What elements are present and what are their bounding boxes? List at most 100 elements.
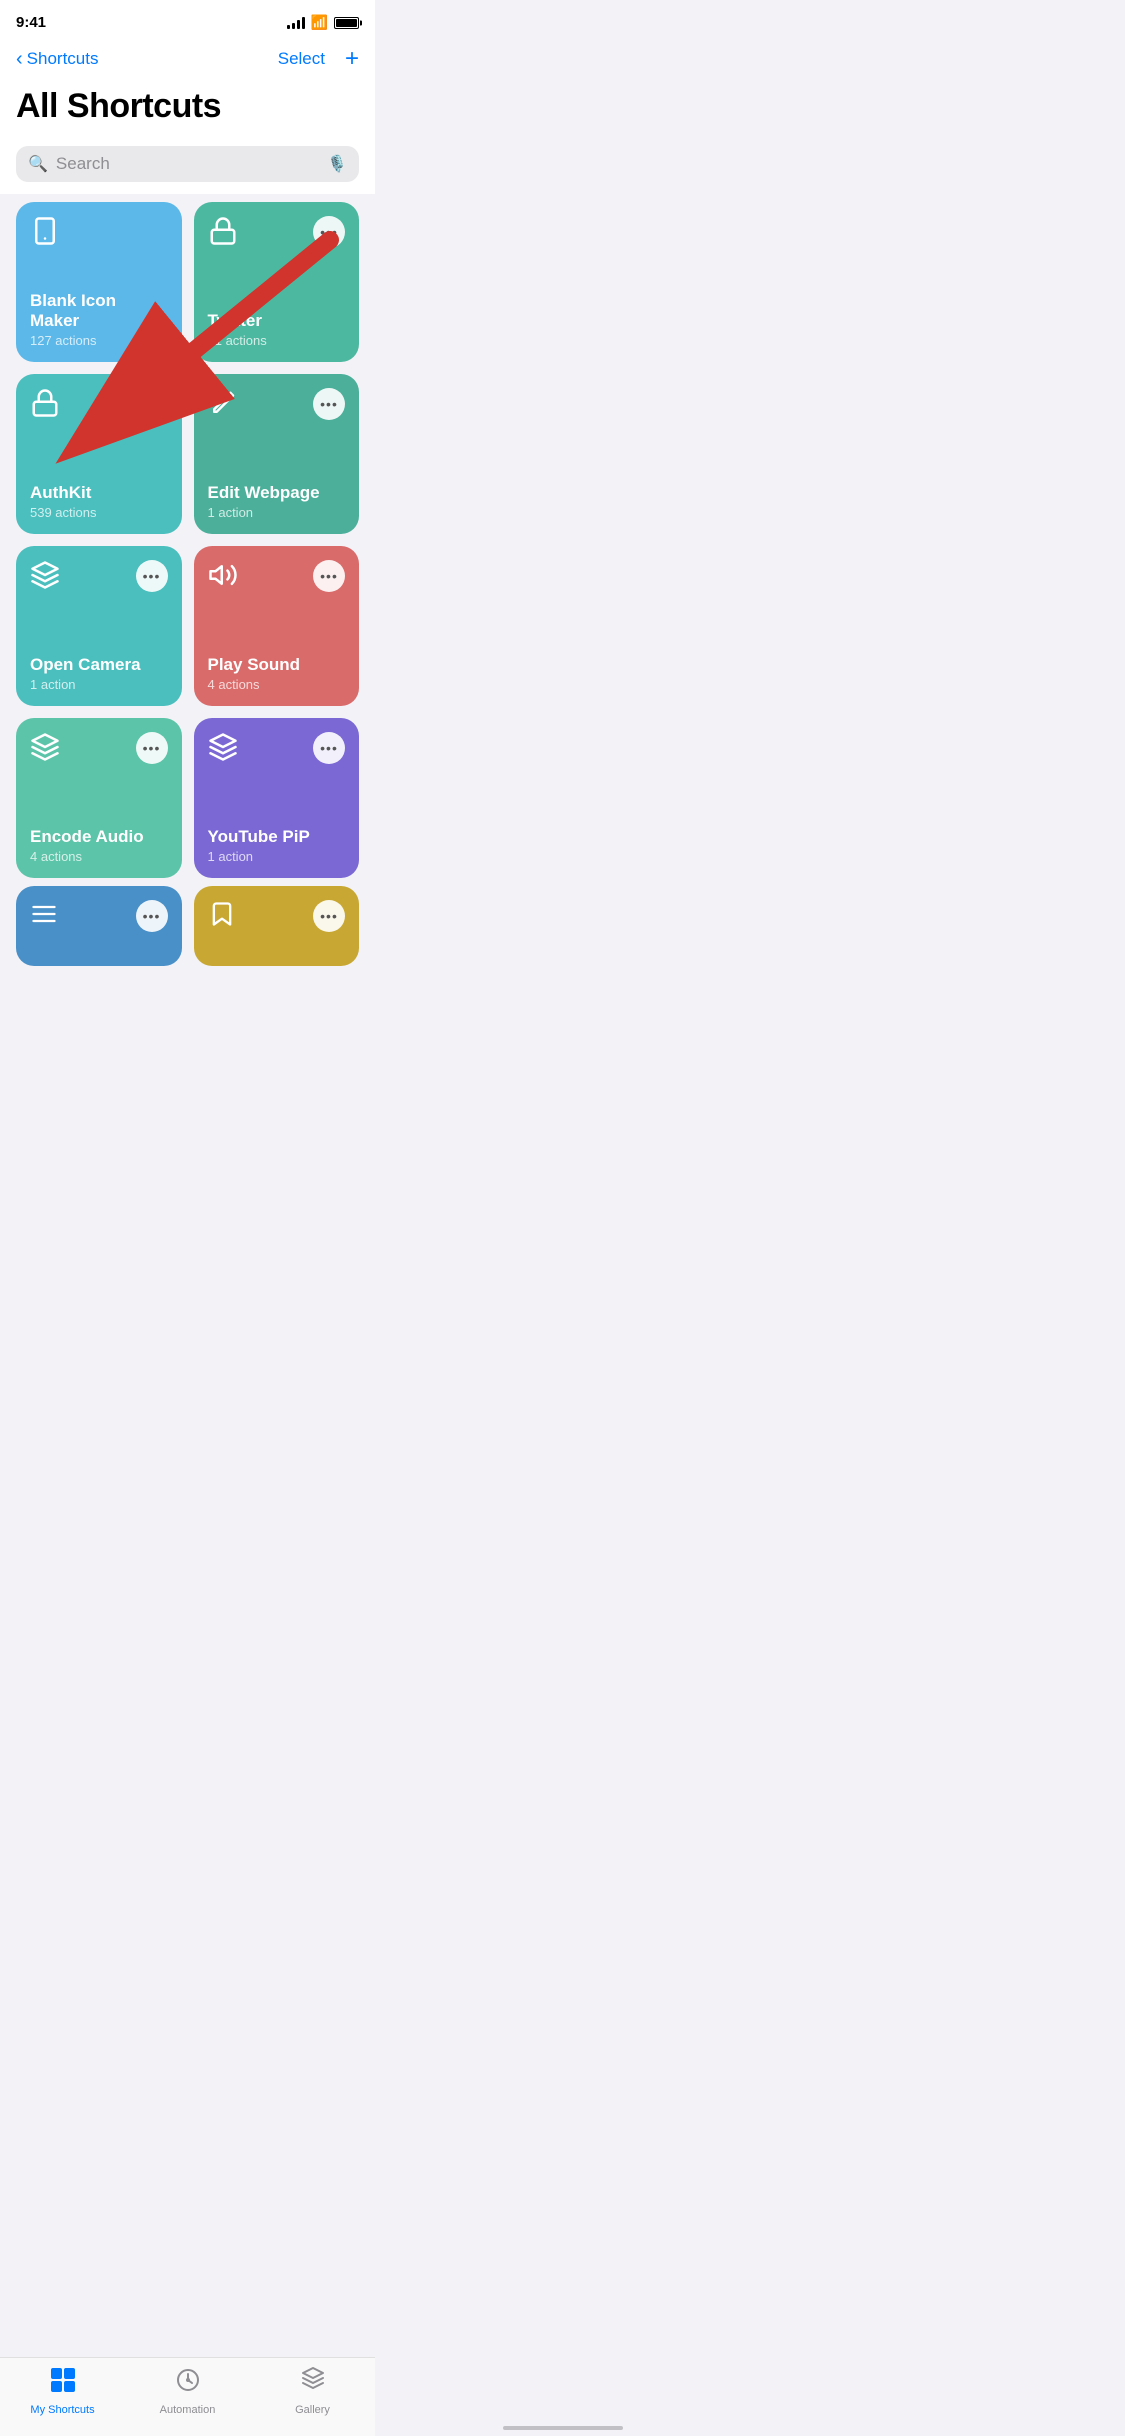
shortcut-card-open-camera[interactable]: ••• Open Camera 1 action <box>16 546 182 706</box>
card-top: ••• <box>30 388 168 423</box>
shortcut-card-edit-webpage[interactable]: ••• Edit Webpage 1 action <box>194 374 360 534</box>
home-indicator <box>503 2426 623 2430</box>
card-bottom: AuthKit 539 actions <box>30 483 168 520</box>
card-actions: 1 action <box>208 505 346 520</box>
card-actions: 4 actions <box>30 849 168 864</box>
back-label: Shortcuts <box>27 49 99 69</box>
wifi-icon: 📶 <box>311 14 328 31</box>
more-button-youtube-pip[interactable]: ••• <box>313 732 345 764</box>
layers-icon <box>208 732 238 767</box>
search-input[interactable]: Search <box>56 154 319 174</box>
shortcut-card-encode-audio[interactable]: ••• Encode Audio 4 actions <box>16 718 182 878</box>
more-dots-icon: ••• <box>143 741 161 755</box>
tab-my-shortcuts-label: My Shortcuts <box>30 2404 94 2416</box>
search-bar[interactable]: 🔍 Search 🎙️ <box>16 146 359 182</box>
more-button-authkit[interactable]: ••• <box>136 388 168 420</box>
more-button-encode-audio[interactable]: ••• <box>136 732 168 764</box>
shortcut-card-authkit[interactable]: ••• AuthKit 539 actions <box>16 374 182 534</box>
card-name: Blank Icon Maker <box>30 291 168 331</box>
card-name: Encode Audio <box>30 827 168 847</box>
card-actions: 91 actions <box>208 333 346 348</box>
card-actions: 1 action <box>30 677 168 692</box>
layers-icon <box>30 560 60 595</box>
card-actions: 4 actions <box>208 677 346 692</box>
nav-bar: ‹ Shortcuts Select + <box>0 39 375 79</box>
more-dots-icon: ••• <box>143 569 161 583</box>
automation-icon <box>174 2366 202 2401</box>
back-button[interactable]: ‹ Shortcuts <box>16 48 98 71</box>
search-icon: 🔍 <box>28 154 48 174</box>
card-top: ••• <box>30 560 168 595</box>
bookmark-icon <box>208 900 236 933</box>
card-top: ••• <box>208 388 346 423</box>
card-bottom: Encode Audio 4 actions <box>30 827 168 864</box>
card-bottom: Play Sound 4 actions <box>208 655 346 692</box>
partial-cards-row: ••• ••• <box>0 886 375 974</box>
battery-icon <box>334 17 359 29</box>
card-actions: 539 actions <box>30 505 168 520</box>
shortcut-card-twitter[interactable]: ••• Twitter 91 actions <box>194 202 360 362</box>
more-button-open-camera[interactable]: ••• <box>136 560 168 592</box>
list-icon <box>30 900 58 933</box>
page-title: All Shortcuts <box>16 87 359 126</box>
more-dots-icon: ••• <box>320 569 338 583</box>
lock-icon <box>208 216 238 251</box>
partial-card-top: ••• <box>208 900 346 933</box>
more-button-partial-2[interactable]: ••• <box>313 900 345 932</box>
shortcut-card-youtube-pip[interactable]: ••• YouTube PiP 1 action <box>194 718 360 878</box>
add-button[interactable]: + <box>345 47 359 71</box>
more-dots-icon: ••• <box>320 225 338 239</box>
shortcut-card-play-sound[interactable]: ••• Play Sound 4 actions <box>194 546 360 706</box>
card-name: YouTube PiP <box>208 827 346 847</box>
tab-my-shortcuts[interactable]: My Shortcuts <box>23 2366 103 2416</box>
card-top: ••• <box>208 216 346 251</box>
nav-right-actions: Select + <box>278 47 359 71</box>
card-bottom: YouTube PiP 1 action <box>208 827 346 864</box>
search-container: 🔍 Search 🎙️ <box>0 138 375 194</box>
card-bottom: Open Camera 1 action <box>30 655 168 692</box>
card-name: Twitter <box>208 311 346 331</box>
tab-automation-label: Automation <box>160 2404 216 2416</box>
status-icons: 📶 <box>287 14 359 31</box>
card-top <box>30 216 168 251</box>
tab-bar: My Shortcuts Automation Gallery <box>0 2357 375 2436</box>
gallery-icon <box>299 2366 327 2401</box>
tab-gallery[interactable]: Gallery <box>273 2366 353 2416</box>
signal-bars-icon <box>287 17 305 29</box>
my-shortcuts-icon <box>49 2366 77 2401</box>
more-dots-icon: ••• <box>320 909 338 923</box>
more-button-partial-1[interactable]: ••• <box>136 900 168 932</box>
card-bottom: Twitter 91 actions <box>208 311 346 348</box>
more-dots-icon: ••• <box>320 397 338 411</box>
more-button-twitter[interactable]: ••• <box>313 216 345 248</box>
more-button-edit-webpage[interactable]: ••• <box>313 388 345 420</box>
shortcut-card-blank-icon-maker[interactable]: Blank Icon Maker 127 actions <box>16 202 182 362</box>
more-button-play-sound[interactable]: ••• <box>313 560 345 592</box>
card-name: Edit Webpage <box>208 483 346 503</box>
card-top: ••• <box>30 732 168 767</box>
page-title-area: All Shortcuts <box>0 79 375 138</box>
speaker-icon <box>208 560 238 595</box>
phone-icon <box>30 216 60 251</box>
status-time: 9:41 <box>16 14 46 31</box>
lock-icon <box>30 388 60 423</box>
more-dots-icon: ••• <box>143 909 161 923</box>
card-top: ••• <box>208 732 346 767</box>
more-dots-icon: ••• <box>143 397 161 411</box>
card-bottom: Edit Webpage 1 action <box>208 483 346 520</box>
layers-icon <box>30 732 60 767</box>
tab-automation[interactable]: Automation <box>148 2366 228 2416</box>
microphone-icon[interactable]: 🎙️ <box>327 154 347 174</box>
card-actions: 127 actions <box>30 333 168 348</box>
card-name: Open Camera <box>30 655 168 675</box>
shortcuts-grid: Blank Icon Maker 127 actions ••• Twitter… <box>0 194 375 886</box>
card-name: Play Sound <box>208 655 346 675</box>
card-top: ••• <box>208 560 346 595</box>
partial-card-1[interactable]: ••• <box>16 886 182 966</box>
partial-card-2[interactable]: ••• <box>194 886 360 966</box>
more-dots-icon: ••• <box>320 741 338 755</box>
partial-card-top: ••• <box>30 900 168 933</box>
card-actions: 1 action <box>208 849 346 864</box>
card-name: AuthKit <box>30 483 168 503</box>
select-button[interactable]: Select <box>278 49 325 69</box>
